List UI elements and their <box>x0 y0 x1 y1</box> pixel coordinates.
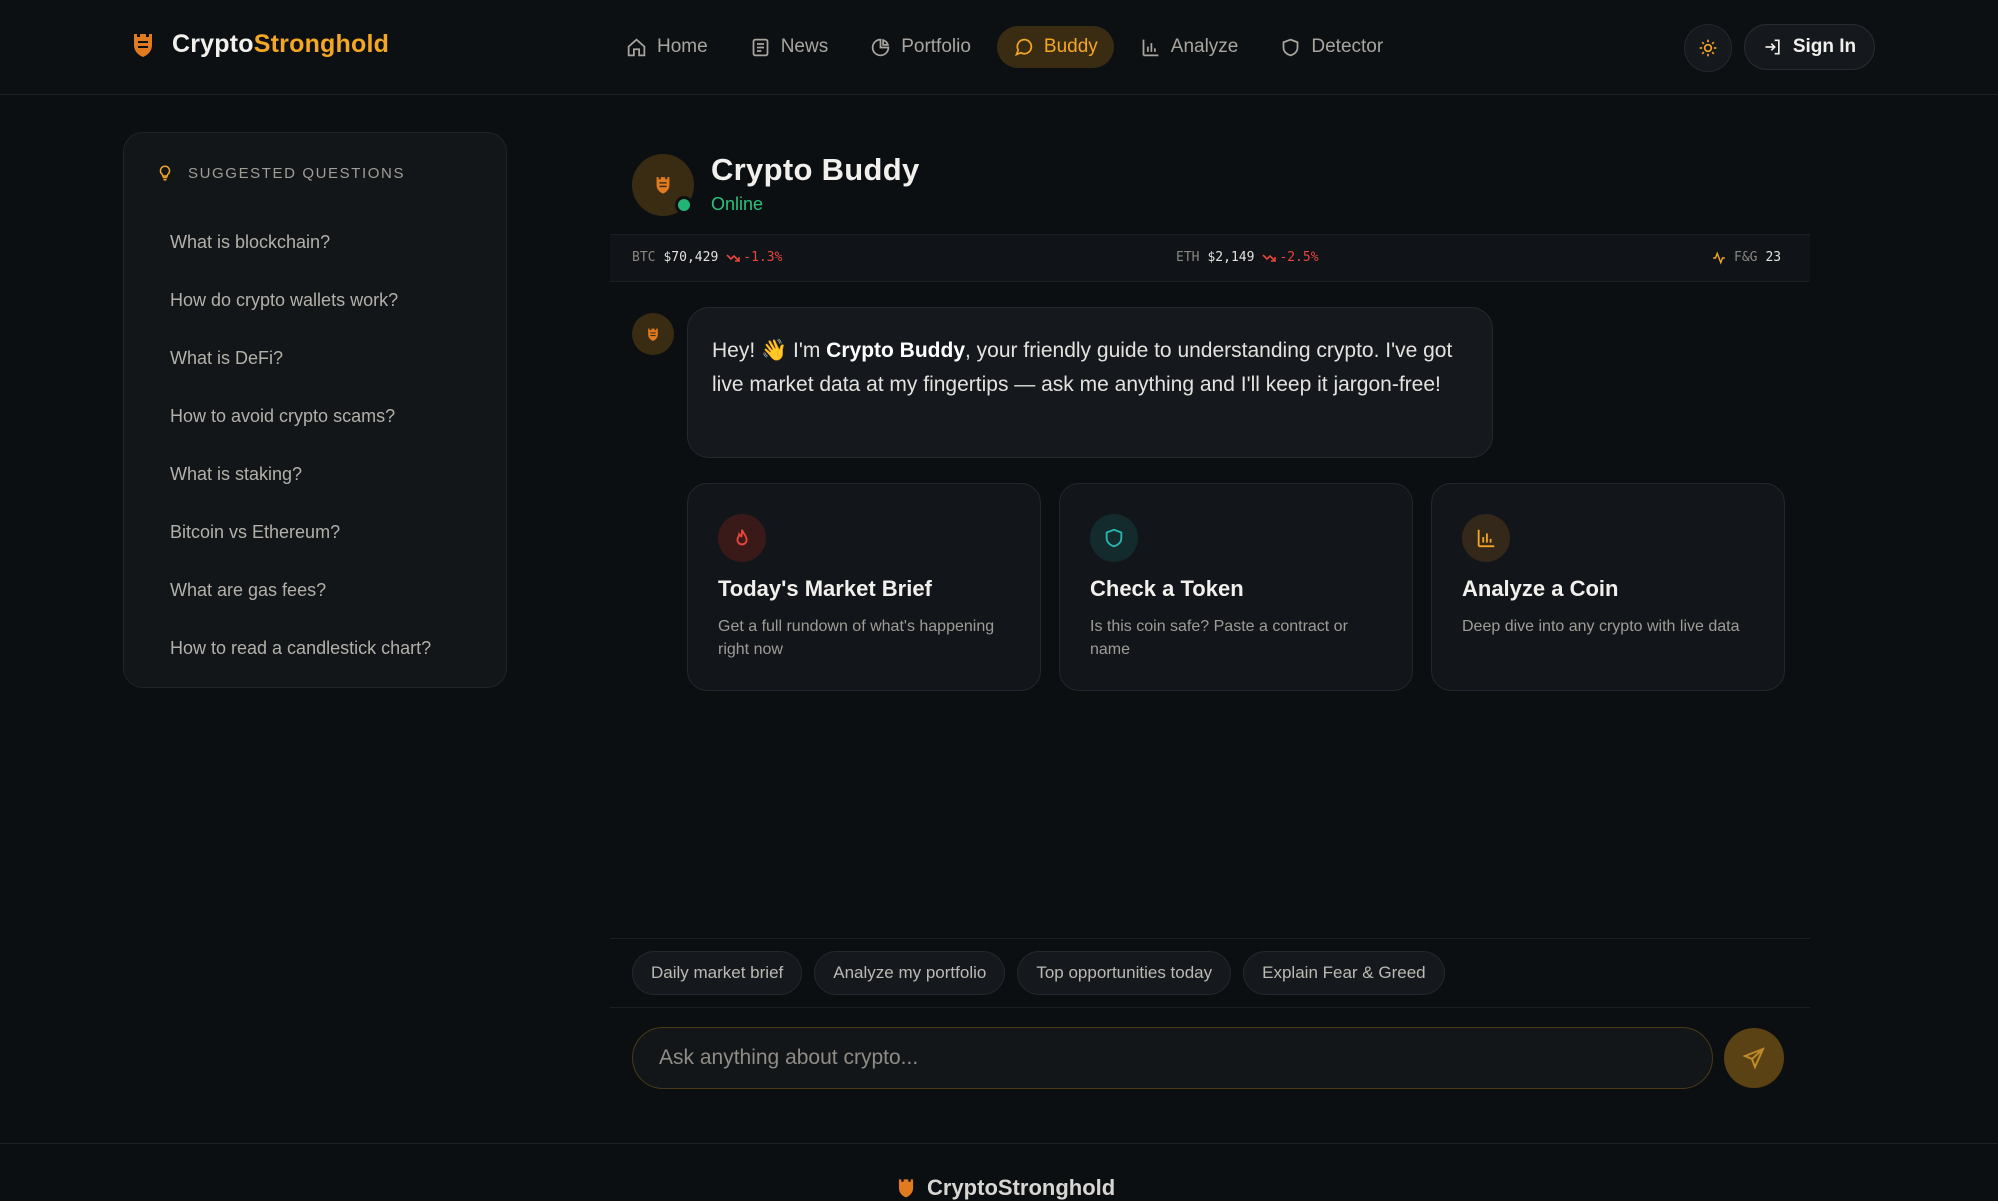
quick-prompt-chip[interactable]: Explain Fear & Greed <box>1243 951 1445 995</box>
question-item[interactable]: How do crypto wallets work? <box>124 271 506 329</box>
nav-buddy-label: Buddy <box>1043 36 1098 57</box>
quick-action-cards: Today's Market Brief Get a full rundown … <box>687 483 1785 691</box>
suggested-questions-panel: Suggested Questions What is blockchain? … <box>123 132 507 688</box>
online-status: Online <box>711 194 764 214</box>
suggested-questions-heading: Suggested Questions <box>156 163 405 183</box>
question-item[interactable]: What is blockchain? <box>124 213 506 271</box>
chat-bubble-icon <box>1014 38 1033 56</box>
nav-analyze[interactable]: Analyze <box>1124 26 1255 68</box>
greeting-bold-name: Crypto Buddy <box>826 339 965 362</box>
card-title: Check a Token <box>1090 576 1244 601</box>
footer-divider <box>0 1143 1998 1144</box>
quick-prompt-chip[interactable]: Analyze my portfolio <box>814 951 1006 995</box>
quick-prompt-chip[interactable]: Top opportunities today <box>1017 951 1232 995</box>
nav-home[interactable]: Home <box>610 26 724 68</box>
message-input-wrap <box>632 1027 1713 1089</box>
footer-brand-name: CryptoStronghold <box>927 1175 1116 1200</box>
nav-analyze-label: Analyze <box>1170 36 1239 57</box>
eth-price: $2,149 <box>1207 250 1255 265</box>
trend-down-icon <box>1262 253 1277 262</box>
eth-change: -2.5% <box>1262 250 1319 265</box>
brand[interactable]: CryptoStronghold <box>132 30 389 59</box>
flame-icon <box>736 529 748 546</box>
card-icon-wrap <box>1462 514 1510 562</box>
nav-detector-label: Detector <box>1311 36 1384 57</box>
card-description: Is this coin safe? Paste a contract or n… <box>1090 618 1348 658</box>
chat-title: Crypto Buddy <box>711 152 920 187</box>
fear-greed-value: 23 <box>1765 250 1782 265</box>
greeting-text-start: Hey! 👋 I'm <box>712 339 827 362</box>
shield-icon <box>1283 38 1299 56</box>
question-item[interactable]: Bitcoin vs Ethereum? <box>124 503 506 561</box>
card-description: Deep dive into any crypto with live data <box>1462 618 1740 635</box>
activity-icon <box>1713 250 1725 265</box>
shield-crest-icon <box>656 177 670 194</box>
card-icon-wrap <box>1090 514 1138 562</box>
nav-news-label: News <box>780 36 829 57</box>
shield-crest-icon <box>648 328 658 341</box>
check-token-card[interactable]: Check a Token Is this coin safe? Paste a… <box>1059 483 1413 691</box>
main-nav: Home News Portfolio Buddy Analyze Detect… <box>610 26 1399 68</box>
btc-change: -1.3% <box>726 250 782 265</box>
assistant-message: Hey! 👋 I'm Crypto Buddy, your friendly g… <box>687 307 1493 458</box>
quick-prompt-chip[interactable]: Daily market brief <box>632 951 803 995</box>
sun-icon <box>1699 39 1717 57</box>
shield-crest-icon <box>134 33 152 57</box>
card-title: Today's Market Brief <box>718 576 932 601</box>
message-avatar <box>632 313 674 355</box>
btc-symbol: BTC <box>632 250 656 265</box>
lightbulb-icon <box>159 165 171 181</box>
nav-portfolio-label: Portfolio <box>901 36 971 57</box>
card-title: Analyze a Coin <box>1462 576 1619 601</box>
sign-in-button[interactable]: Sign In <box>1744 24 1875 70</box>
sign-in-icon <box>1765 39 1780 55</box>
fear-greed-ticker: F&G 23 <box>1712 250 1781 265</box>
newspaper-icon <box>752 38 769 56</box>
trend-down-icon <box>726 253 741 262</box>
nav-portfolio[interactable]: Portfolio <box>854 26 987 68</box>
quick-prompt-chips: Daily market brief Analyze my portfolio … <box>632 951 1445 995</box>
question-list: What is blockchain? How do crypto wallet… <box>124 213 506 677</box>
message-input[interactable] <box>633 1028 1712 1088</box>
card-description: Get a full rundown of what's happening r… <box>718 618 995 658</box>
market-ticker: BTC $70,429 -1.3% ETH $2,149 -2.5% F&G 2… <box>610 234 1810 282</box>
nav-home-label: Home <box>657 36 708 57</box>
nav-news[interactable]: News <box>734 26 845 68</box>
shield-crest-icon <box>898 1179 914 1198</box>
pie-chart-icon <box>871 38 890 56</box>
quick-prompts-bar: Daily market brief Analyze my portfolio … <box>610 938 1810 1008</box>
question-item[interactable]: What are gas fees? <box>124 561 506 619</box>
bar-chart-icon <box>1477 529 1495 548</box>
eth-change-value: -2.5% <box>1279 250 1319 265</box>
btc-change-value: -1.3% <box>743 250 783 265</box>
eth-symbol: ETH <box>1176 250 1200 265</box>
top-nav-bar: CryptoStronghold Home News Portfolio Bud… <box>0 0 1998 95</box>
card-icon-wrap <box>718 514 766 562</box>
eth-ticker: ETH $2,149 -2.5% <box>1176 250 1319 265</box>
shield-icon <box>1105 528 1123 548</box>
suggested-questions-title: Suggested Questions <box>188 164 406 182</box>
question-item[interactable]: What is staking? <box>124 445 506 503</box>
sign-in-label: Sign In <box>1792 36 1857 57</box>
bar-chart-icon <box>1142 39 1159 56</box>
brand-name: CryptoStronghold <box>172 30 390 58</box>
fear-greed-label: F&G <box>1734 250 1758 265</box>
nav-detector[interactable]: Detector <box>1264 26 1399 68</box>
home-icon <box>627 37 646 56</box>
send-button[interactable] <box>1724 1028 1784 1088</box>
market-brief-card[interactable]: Today's Market Brief Get a full rundown … <box>687 483 1041 691</box>
online-indicator <box>675 196 693 214</box>
send-icon <box>1742 1047 1765 1070</box>
question-item[interactable]: What is DeFi? <box>124 329 506 387</box>
btc-ticker: BTC $70,429 -1.3% <box>632 250 782 265</box>
question-item[interactable]: How to read a candlestick chart? <box>124 619 506 677</box>
btc-price: $70,429 <box>663 250 719 265</box>
question-item[interactable]: How to avoid crypto scams? <box>124 387 506 445</box>
analyze-coin-card[interactable]: Analyze a Coin Deep dive into any crypto… <box>1431 483 1785 691</box>
nav-buddy[interactable]: Buddy <box>996 26 1114 68</box>
footer-brand: CryptoStronghold <box>897 1175 1115 1201</box>
theme-toggle-button[interactable] <box>1684 24 1732 72</box>
